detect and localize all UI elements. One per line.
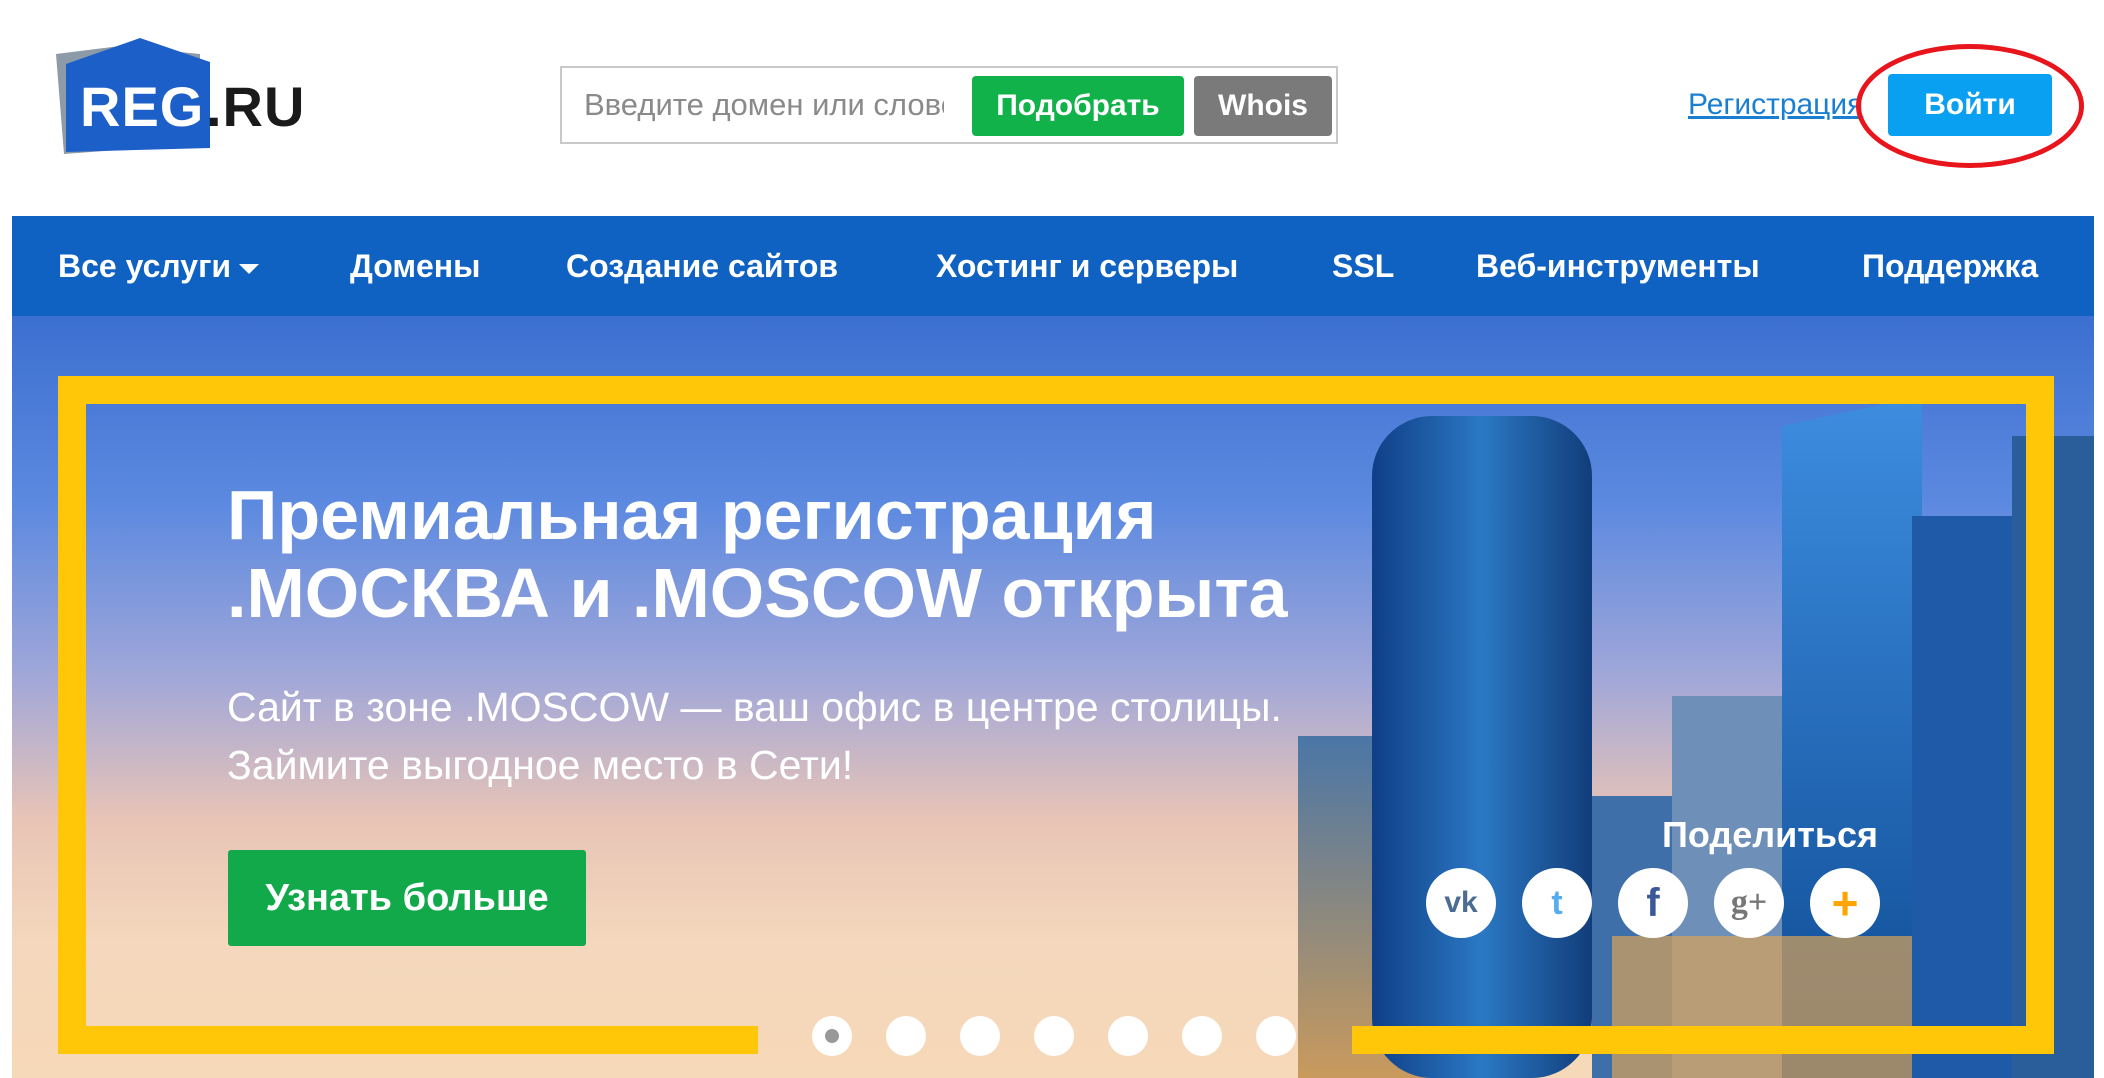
slider-dot[interactable]	[886, 1016, 926, 1056]
nav-item-site-building[interactable]: Создание сайтов	[566, 216, 838, 316]
hero-title-line: Премиальная регистрация	[227, 476, 1157, 554]
hero-banner: Премиальная регистрация .МОСКВА и .MOSCO…	[12, 316, 2094, 1078]
logo-text-ru: .RU	[206, 75, 306, 138]
hero-subtitle-line: Займите выгодное место в Сети!	[227, 742, 854, 788]
hero-subtitle-line: Сайт в зоне .MOSCOW — ваш офис в центре …	[227, 684, 1282, 730]
frame-left	[58, 376, 86, 1054]
pick-domain-button[interactable]: Подобрать	[972, 76, 1184, 136]
slider-dot[interactable]	[1256, 1016, 1296, 1056]
slider-dot[interactable]	[1034, 1016, 1074, 1056]
nav-item-hosting[interactable]: Хостинг и серверы	[936, 216, 1238, 316]
hero-subtitle: Сайт в зоне .MOSCOW — ваш офис в центре …	[227, 678, 1282, 794]
nav-item-support[interactable]: Поддержка	[1862, 216, 2038, 316]
hero-title-line: .МОСКВА и .MOSCOW открыта	[227, 554, 1288, 632]
share-label: Поделиться	[1662, 814, 1879, 855]
logo-text-reg: REG	[80, 75, 205, 138]
slider-dot[interactable]	[812, 1016, 852, 1056]
hero-title: Премиальная регистрация .МОСКВА и .MOSCO…	[227, 476, 1288, 632]
domain-search-box: Подобрать Whois	[560, 66, 1338, 144]
slider-dot[interactable]	[1182, 1016, 1222, 1056]
whois-button[interactable]: Whois	[1194, 76, 1332, 136]
nav-item-domains[interactable]: Домены	[350, 216, 480, 316]
slider-dot[interactable]	[960, 1016, 1000, 1056]
twitter-icon[interactable]: t	[1522, 868, 1592, 938]
facebook-icon[interactable]: f	[1618, 868, 1688, 938]
registration-link[interactable]: Регистрация	[1688, 88, 1863, 122]
main-nav: Все услуги Домены Создание сайтов Хостин…	[12, 216, 2094, 316]
frame-bottom-right	[1352, 1026, 2054, 1054]
more-share-icon[interactable]: +	[1810, 868, 1880, 938]
domain-search-input[interactable]	[564, 70, 964, 140]
learn-more-button[interactable]: Узнать больше	[228, 850, 586, 946]
login-button[interactable]: Войти	[1888, 74, 2052, 136]
reg-ru-logo[interactable]: REG .RU	[50, 36, 310, 160]
nav-item-web-tools[interactable]: Веб-инструменты	[1476, 216, 1760, 316]
frame-right	[2026, 376, 2054, 1054]
google-plus-icon[interactable]: g+	[1714, 868, 1784, 938]
frame-bottom-left	[58, 1026, 758, 1054]
vk-icon[interactable]: vk	[1426, 868, 1496, 938]
nav-item-ssl[interactable]: SSL	[1332, 216, 1394, 316]
nav-item-all-services[interactable]: Все услуги	[58, 216, 260, 316]
frame-top	[58, 376, 2054, 404]
slider-dot[interactable]	[1108, 1016, 1148, 1056]
chevron-down-icon	[239, 263, 260, 274]
nav-item-label: Все услуги	[58, 248, 232, 284]
